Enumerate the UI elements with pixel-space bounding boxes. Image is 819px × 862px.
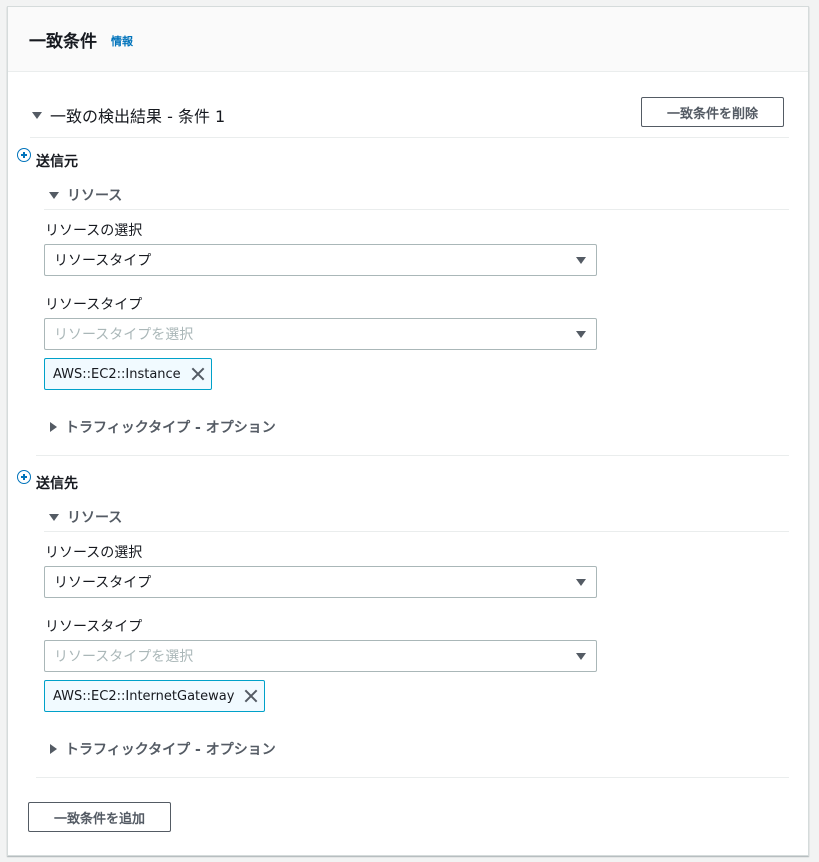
expander-label: リソース [67, 510, 123, 526]
resource-type-label: リソースタイプ [45, 619, 143, 635]
expander-label: リソース [67, 188, 123, 204]
add-condition-button[interactable]: 一致条件を追加 [28, 802, 171, 832]
select-value: リソースタイプ [54, 575, 152, 591]
panel-title: 一致条件 [29, 32, 97, 52]
expander-label: トラフィックタイプ - オプション [65, 742, 276, 758]
divider [36, 455, 789, 456]
remove-condition-button[interactable]: 一致条件を削除 [641, 97, 784, 127]
condition-title: 一致の検出結果 - 条件 1 [50, 107, 226, 126]
caret-down-icon [576, 257, 586, 264]
destination-resource-expander[interactable]: リソース [49, 507, 122, 527]
close-icon[interactable] [244, 689, 258, 703]
divider [44, 209, 789, 210]
panel-header: 一致条件 情報 [8, 7, 808, 72]
add-circle-icon[interactable] [17, 470, 31, 484]
match-conditions-panel: 一致条件 情報 一致の検出結果 - 条件 1 一致条件を削除 送信元 リソース … [7, 6, 809, 856]
caret-down-icon [49, 513, 59, 521]
expander-label: トラフィックタイプ - オプション [65, 420, 276, 436]
caret-down-icon [32, 111, 42, 119]
select-placeholder: リソースタイプを選択 [54, 649, 194, 665]
caret-right-icon [50, 422, 57, 432]
destination-title: 送信先 [36, 476, 78, 492]
resource-type-label: リソースタイプ [45, 297, 143, 313]
token-label: AWS::EC2::Instance [53, 366, 181, 382]
resource-token: AWS::EC2::InternetGateway [44, 680, 266, 712]
divider [44, 531, 789, 532]
condition-expander[interactable]: 一致の検出結果 - 条件 1 [32, 103, 225, 127]
caret-down-icon [576, 653, 586, 660]
destination-traffic-expander[interactable]: トラフィックタイプ - オプション [50, 739, 276, 759]
add-circle-icon[interactable] [17, 148, 31, 162]
destination-resource-type-select[interactable]: リソースタイプを選択 [44, 640, 597, 672]
caret-down-icon [49, 191, 59, 199]
resource-select-label: リソースの選択 [45, 545, 143, 561]
select-value: リソースタイプ [54, 253, 152, 269]
source-resource-select[interactable]: リソースタイプ [44, 244, 597, 276]
info-link[interactable]: 情報 [111, 33, 133, 49]
source-resource-type-select[interactable]: リソースタイプを選択 [44, 318, 597, 350]
source-title: 送信元 [36, 154, 78, 170]
caret-down-icon [576, 579, 586, 586]
caret-down-icon [576, 331, 586, 338]
source-traffic-expander[interactable]: トラフィックタイプ - オプション [50, 417, 276, 437]
source-resource-expander[interactable]: リソース [49, 185, 122, 205]
divider [36, 777, 789, 778]
token-label: AWS::EC2::InternetGateway [53, 688, 235, 704]
resource-select-label: リソースの選択 [45, 223, 143, 239]
select-placeholder: リソースタイプを選択 [54, 327, 194, 343]
resource-token: AWS::EC2::Instance [44, 358, 212, 390]
divider [30, 137, 789, 138]
caret-right-icon [50, 744, 57, 754]
destination-resource-select[interactable]: リソースタイプ [44, 566, 597, 598]
close-icon[interactable] [191, 367, 205, 381]
